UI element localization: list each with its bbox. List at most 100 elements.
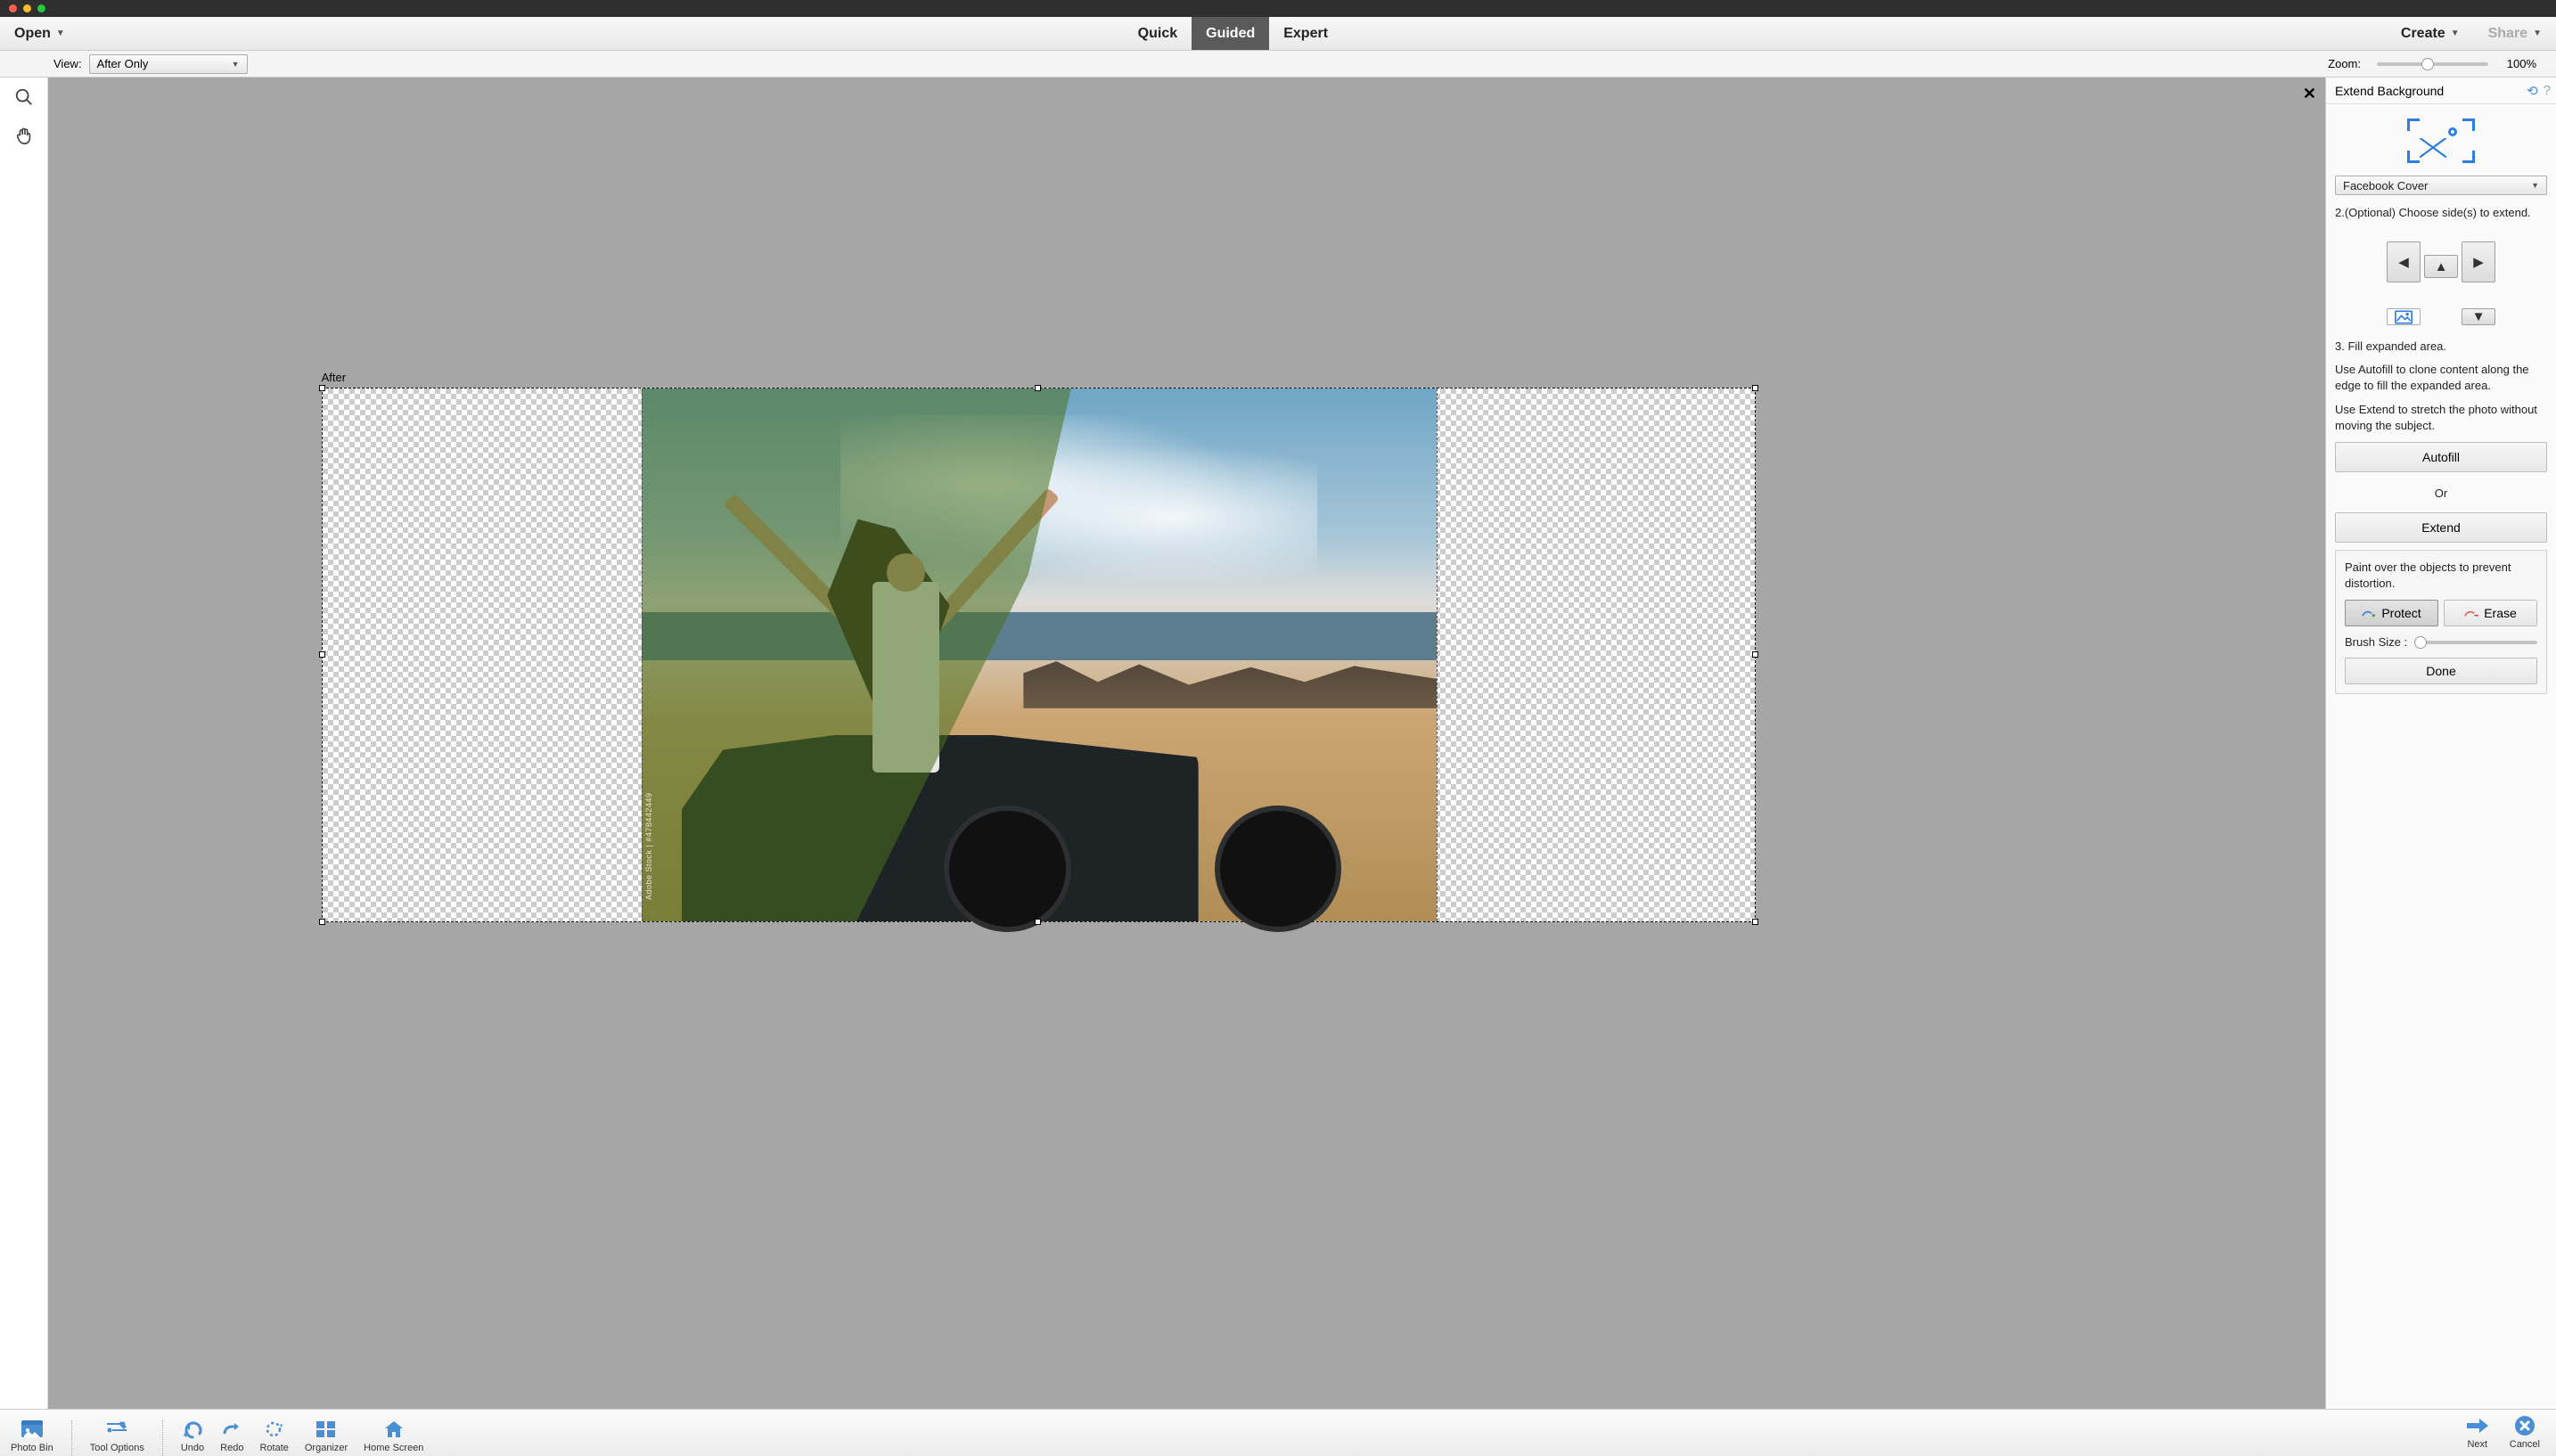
options-bar: View: After Only ▼ Zoom: 100%: [0, 51, 2556, 78]
step3-text: 3. Fill expanded area.: [2335, 339, 2547, 353]
open-menu[interactable]: Open ▼: [0, 17, 79, 50]
separator: [162, 1420, 163, 1456]
window-close-icon[interactable]: [9, 4, 17, 12]
canvas-stage: After Adob: [322, 371, 1757, 923]
extend-button[interactable]: Extend: [2335, 512, 2547, 543]
autofill-button[interactable]: Autofill: [2335, 442, 2547, 472]
crop-handle[interactable]: [319, 385, 325, 391]
extend-background-hero-icon: [2335, 119, 2547, 163]
preset-select[interactable]: Facebook Cover ▼: [2335, 176, 2547, 195]
work-area: ✕ After: [0, 78, 2556, 1409]
document-canvas[interactable]: Adobe Stock | #478442449: [322, 388, 1757, 923]
home-screen-button[interactable]: Home Screen: [364, 1418, 423, 1456]
rotate-button[interactable]: Rotate: [259, 1418, 288, 1456]
crop-handle[interactable]: [319, 651, 325, 658]
cancel-button[interactable]: Cancel: [2510, 1414, 2540, 1452]
rotate-icon: [263, 1418, 286, 1441]
protect-desc: Paint over the objects to prevent distor…: [2345, 560, 2537, 591]
home-icon: [383, 1418, 405, 1441]
tab-guided[interactable]: Guided: [1192, 17, 1269, 50]
guided-panel: Extend Background ⟲ ? Facebook Cover ▼ 2…: [2325, 78, 2556, 1409]
erase-label: Erase: [2484, 606, 2517, 620]
share-menu[interactable]: Share ▼: [2474, 17, 2556, 50]
hand-tool[interactable]: [8, 122, 40, 151]
canvas-area: ✕ After: [48, 78, 2325, 1409]
direction-center-icon: [2387, 308, 2421, 325]
caret-down-icon: ▼: [2531, 181, 2539, 190]
panel-body: Facebook Cover ▼ 2.(Optional) Choose sid…: [2326, 104, 2556, 1409]
canvas-label: After: [322, 371, 1757, 384]
tool-options-icon: [105, 1418, 128, 1441]
tools-column: [0, 78, 48, 1409]
brush-size-thumb[interactable]: [2414, 636, 2427, 649]
panel-title: Extend Background: [2335, 84, 2444, 98]
crop-handle[interactable]: [319, 919, 325, 925]
direction-pad: ▲ ◀ ▶ ▼: [2335, 228, 2547, 329]
tool-options-button[interactable]: Tool Options: [90, 1418, 144, 1456]
window-minimize-icon[interactable]: [23, 4, 31, 12]
help-icon[interactable]: ?: [2544, 83, 2551, 99]
tab-quick[interactable]: Quick: [1124, 17, 1192, 50]
photo-content: Adobe Stock | #478442449: [642, 389, 1437, 922]
stock-watermark: Adobe Stock | #478442449: [644, 793, 653, 900]
wheel: [944, 806, 1071, 933]
done-button[interactable]: Done: [2345, 658, 2537, 684]
extend-left-button[interactable]: ◀: [2387, 241, 2421, 282]
photo-bin-label: Photo Bin: [11, 1443, 53, 1453]
share-label: Share: [2488, 26, 2527, 42]
wheel: [1215, 806, 1342, 933]
create-label: Create: [2401, 26, 2445, 42]
organizer-button[interactable]: Organizer: [305, 1418, 348, 1456]
redo-button[interactable]: Redo: [220, 1418, 243, 1456]
original-left-guide: [642, 389, 643, 922]
rotate-label: Rotate: [259, 1443, 288, 1453]
zoom-slider-thumb[interactable]: [2421, 58, 2434, 70]
protect-box: Paint over the objects to prevent distor…: [2335, 550, 2547, 694]
zoom-tool[interactable]: [8, 83, 40, 111]
crop-handle[interactable]: [1035, 919, 1041, 925]
erase-button[interactable]: Erase: [2444, 600, 2537, 626]
zoom-slider[interactable]: [2377, 62, 2488, 66]
preset-value: Facebook Cover: [2343, 179, 2428, 192]
undo-icon: [182, 1418, 203, 1441]
undo-label: Undo: [181, 1443, 204, 1453]
crop-handle[interactable]: [1035, 385, 1041, 391]
crop-handle[interactable]: [1752, 919, 1758, 925]
close-document-button[interactable]: ✕: [2303, 85, 2316, 103]
create-menu[interactable]: Create ▼: [2387, 17, 2474, 50]
photo-bin-button[interactable]: Photo Bin: [11, 1418, 53, 1456]
crop-handle[interactable]: [1752, 651, 1758, 658]
autofill-desc: Use Autofill to clone content along the …: [2335, 362, 2547, 393]
main-menubar: Open ▼ Quick Guided Expert Create ▼ Shar…: [0, 17, 2556, 51]
caret-down-icon: ▼: [2533, 29, 2542, 38]
cancel-label: Cancel: [2510, 1439, 2540, 1450]
caret-down-icon: ▼: [232, 60, 240, 69]
organizer-label: Organizer: [305, 1443, 348, 1453]
or-text: Or: [2335, 487, 2547, 500]
view-select-value: After Only: [97, 57, 149, 70]
tab-expert[interactable]: Expert: [1269, 17, 1342, 50]
extend-down-button[interactable]: ▼: [2462, 308, 2495, 325]
brush-size-label: Brush Size :: [2345, 635, 2407, 649]
redo-icon: [221, 1418, 242, 1441]
tool-options-label: Tool Options: [90, 1443, 144, 1453]
step2-text: 2.(Optional) Choose side(s) to extend.: [2335, 206, 2547, 219]
extend-up-button[interactable]: ▲: [2424, 255, 2458, 278]
transparent-wedge: [323, 389, 643, 922]
redo-label: Redo: [220, 1443, 243, 1453]
brush-size-slider[interactable]: [2414, 641, 2537, 644]
next-button[interactable]: Next: [2465, 1414, 2490, 1452]
reset-icon[interactable]: ⟲: [2527, 83, 2538, 99]
undo-button[interactable]: Undo: [181, 1418, 204, 1456]
protect-button[interactable]: Protect: [2345, 600, 2438, 626]
caret-down-icon: ▼: [2451, 29, 2460, 38]
bottom-bar: Photo Bin Tool Options Undo Redo R: [0, 1409, 2556, 1456]
brush-minus-icon: [2464, 608, 2478, 618]
window-zoom-icon[interactable]: [37, 4, 45, 12]
cancel-icon: [2514, 1414, 2536, 1437]
photo-bin-icon: [20, 1418, 44, 1441]
view-select[interactable]: After Only ▼: [89, 54, 248, 74]
crop-handle[interactable]: [1752, 385, 1758, 391]
zoom-value: 100%: [2497, 57, 2536, 70]
extend-right-button[interactable]: ▶: [2462, 241, 2495, 282]
